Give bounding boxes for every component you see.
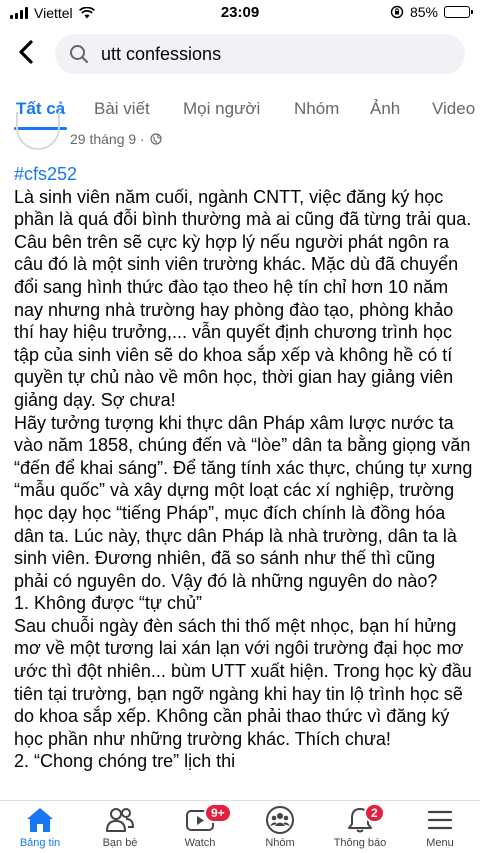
nav-menu[interactable]: Menu xyxy=(400,805,480,849)
watch-badge: 9+ xyxy=(204,803,232,823)
battery-percent: 85% xyxy=(409,4,438,20)
bottom-navigation: Bảng tin Bạn bè 9+ Watch Nhóm 2 Thông bá… xyxy=(0,800,480,853)
tab-groups[interactable]: Nhóm xyxy=(292,94,341,130)
menu-icon xyxy=(427,810,453,830)
nav-groups[interactable]: Nhóm xyxy=(240,805,320,849)
orientation-lock-icon xyxy=(390,5,404,19)
nav-news-feed[interactable]: Bảng tin xyxy=(0,805,80,849)
nav-label: Bảng tin xyxy=(19,837,61,849)
post-content: #cfs252 Là sinh viên năm cuối, ngành CNT… xyxy=(14,163,474,803)
search-input[interactable] xyxy=(101,43,431,65)
nav-label: Watch xyxy=(184,837,216,849)
groups-icon xyxy=(266,806,294,834)
nav-friends[interactable]: Bạn bè xyxy=(80,805,160,849)
nav-label: Nhóm xyxy=(265,837,295,849)
tab-videos[interactable]: Video xyxy=(430,94,477,130)
post-paragraph: 1. Không được “tự chủ” xyxy=(14,593,202,614)
avatar[interactable] xyxy=(16,112,60,150)
search-icon xyxy=(70,45,89,64)
nav-label: Menu xyxy=(426,837,454,849)
globe-icon xyxy=(150,133,162,145)
nav-notifications[interactable]: 2 Thông báo xyxy=(320,803,400,849)
friends-icon xyxy=(106,808,135,832)
back-button[interactable] xyxy=(14,38,44,68)
search-header xyxy=(0,30,480,78)
post-paragraph: Sau chuỗi ngày đèn sách thi thố mệt nhọc… xyxy=(14,615,472,749)
home-icon xyxy=(27,808,53,832)
tab-people[interactable]: Mọi người xyxy=(181,94,262,130)
post-paragraph: 2. “Chong chóng tre” lịch thi xyxy=(14,751,236,772)
nav-watch[interactable]: 9+ Watch xyxy=(160,803,240,849)
battery-icon xyxy=(444,6,473,18)
tab-photos[interactable]: Ảnh xyxy=(368,94,402,130)
notification-badge: 2 xyxy=(364,803,385,823)
post-paragraph: Là sinh viên năm cuối, ngành CNTT, việc … xyxy=(14,186,472,410)
chevron-left-icon xyxy=(19,40,33,64)
post-paragraph: Hãy tưởng tượng khi thực dân Pháp xâm lư… xyxy=(14,412,473,591)
post-date[interactable]: 29 tháng 9 · xyxy=(70,131,145,147)
search-filter-tabs: Tất cả Bài viết Mọi người Nhóm Ảnh Video xyxy=(0,94,480,130)
status-bar: Viettel 23:09 85% xyxy=(0,0,480,26)
search-bar[interactable] xyxy=(55,34,465,74)
nav-label: Bạn bè xyxy=(102,837,138,849)
post-hashtag[interactable]: #cfs252 xyxy=(14,163,474,186)
nav-label: Thông báo xyxy=(333,837,387,849)
tab-posts[interactable]: Bài viết xyxy=(92,94,152,130)
status-right: 85% xyxy=(390,4,473,20)
post-meta: 29 tháng 9 · xyxy=(70,131,162,147)
